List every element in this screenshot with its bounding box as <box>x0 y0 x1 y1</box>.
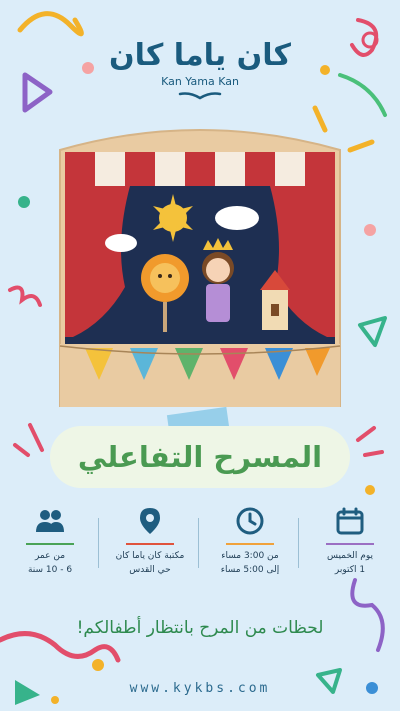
info-time: من 3:00 مساء إلى 5:00 مساء <box>200 506 300 578</box>
divider <box>198 518 199 568</box>
info-location-underline <box>126 543 174 545</box>
info-age-line1: من عمر <box>34 551 66 561</box>
brand-name-english: Kan Yama Kan <box>161 75 239 88</box>
divider <box>298 518 299 568</box>
location-pin-icon <box>140 508 160 534</box>
info-time-underline <box>226 543 274 545</box>
info-time-line1: من 3:00 مساء <box>221 551 279 561</box>
calendar-icon <box>336 507 364 535</box>
event-info-row: من عمر 6 - 10 سنة مكتبة كان ياما كان حي … <box>0 506 400 576</box>
brand-logo: كان ياما كان Kan Yama Kan <box>0 38 400 88</box>
info-time-line2: إلى 5:00 مساء <box>220 565 280 576</box>
info-date-line2: 1 اكتوبر <box>334 565 366 576</box>
info-age-underline <box>26 543 74 545</box>
event-title-banner: المسرح التفاعلي <box>50 426 350 488</box>
brand-name-arabic: كان ياما كان <box>109 38 291 73</box>
info-location-line1: مكتبة كان ياما كان <box>115 551 185 561</box>
info-date-line1: يوم الخميس <box>326 551 374 561</box>
puppet-theater-illustration <box>59 129 341 407</box>
info-age-line2: 6 - 10 سنة <box>27 565 73 576</box>
divider <box>98 518 99 568</box>
info-location-line2: حي القدس <box>129 565 171 576</box>
people-icon <box>36 510 64 532</box>
event-title: المسرح التفاعلي <box>77 440 323 474</box>
clock-icon <box>236 507 264 535</box>
website-link[interactable]: www.kykbs.com <box>0 681 400 696</box>
info-age: من عمر 6 - 10 سنة <box>0 506 100 578</box>
info-date-underline <box>326 543 374 545</box>
open-book-icon <box>178 92 222 100</box>
tagline: لحظات من المرح بانتظار أطفالكم! <box>76 618 324 638</box>
info-date: يوم الخميس 1 اكتوبر <box>300 506 400 578</box>
info-location: مكتبة كان ياما كان حي القدس <box>100 506 200 578</box>
